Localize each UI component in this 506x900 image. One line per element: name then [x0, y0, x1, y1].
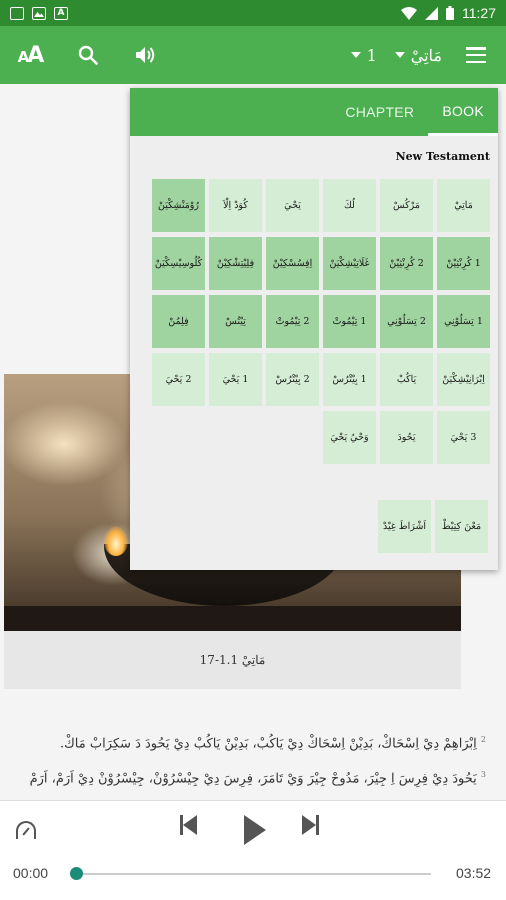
verse-text: 2 اِبْرَاهِمْ دِيْ اِسْحَاكْ، بَدِيْنْ ا… [20, 724, 486, 800]
chevron-down-icon [350, 52, 361, 58]
book-selector[interactable]: مَاتِيْ [394, 45, 442, 65]
wifi-icon [401, 6, 417, 20]
book-cell[interactable]: كُوَدْ اِلْاَ [209, 179, 262, 232]
book-cell[interactable]: 1 تِسَلُوْنِي [437, 295, 490, 348]
gallery-notification-icon [10, 6, 24, 20]
audio-player: 00:00 03:52 [0, 800, 506, 900]
extras-grid: مَعْنَ كِتِيْطْ اَشْرَاطَ غِيْدْ [378, 500, 488, 553]
panel-tabs: CHAPTER BOOK [130, 88, 498, 136]
tab-chapter[interactable]: CHAPTER [331, 88, 428, 136]
seek-handle[interactable] [70, 867, 83, 880]
app-bar: AA 1 مَاتِيْ [0, 26, 506, 84]
book-cell[interactable]: 2 تِيْمُوتْ [266, 295, 319, 348]
playback-speed-icon[interactable] [16, 821, 36, 839]
status-bar: A 11:27 [0, 0, 506, 26]
total-duration: 03:52 [456, 865, 492, 881]
book-cell[interactable]: لُكَ [323, 179, 376, 232]
book-cell[interactable]: غَلَاتِيْشِكْيَنْ [323, 237, 376, 290]
book-grid: مَاتِيْ مَرْكُسْ لُكَ يَحْيَ كُوَدْ اِلْ… [150, 179, 490, 464]
chevron-down-icon [394, 52, 405, 58]
section-heading: New Testament [395, 150, 490, 163]
status-time: 11:27 [462, 5, 496, 21]
book-cell[interactable]: مَاتِيْ [437, 179, 490, 232]
book-cell[interactable]: فِلِيْتِشْكِيْنْ [209, 237, 262, 290]
book-cell[interactable]: تِيْتُسْ [209, 295, 262, 348]
search-icon[interactable] [64, 31, 112, 79]
battery-icon [446, 6, 454, 20]
illustration-caption: مَاتِيْ 1.1-17 [4, 631, 461, 689]
book-selection-panel: CHAPTER BOOK New Testament مَاتِيْ مَرْك… [130, 88, 498, 570]
previous-icon[interactable] [180, 815, 197, 835]
status-right: 11:27 [401, 5, 496, 21]
audio-icon[interactable] [122, 31, 170, 79]
book-cell[interactable]: 2 بِيْتْرُسْ [266, 353, 319, 406]
book-name: مَاتِيْ [410, 45, 442, 65]
book-cell[interactable]: اِبْرَانِيْشِكْيَنْ [437, 353, 490, 406]
book-cell[interactable]: 1 تِيْمُوتْ [323, 295, 376, 348]
book-cell[interactable]: اَشْرَاطَ غِيْدْ [378, 500, 431, 553]
book-cell[interactable]: اِفِسُسْكِيْنْ [266, 237, 319, 290]
book-cell[interactable]: يَحْيَ [266, 179, 319, 232]
next-icon[interactable] [302, 815, 319, 835]
book-cell[interactable]: 1 بِيْتْرُسْ [323, 353, 376, 406]
book-cell[interactable]: مَعْنَ كِتِيْطْ [435, 500, 488, 553]
flame-shape [104, 526, 128, 556]
book-cell[interactable]: يَحُودَ [380, 411, 433, 464]
chapter-selector[interactable]: 1 [350, 45, 377, 65]
seek-track[interactable] [76, 873, 431, 875]
book-cell[interactable]: كُلُوسِيْسِكْيَنْ [152, 237, 205, 290]
text-size-icon[interactable]: AA [6, 31, 54, 79]
book-cell[interactable]: مَرْكُسْ [380, 179, 433, 232]
menu-icon[interactable] [452, 31, 500, 79]
lamp-stand [4, 606, 461, 631]
elapsed-time: 00:00 [13, 865, 49, 881]
app-notification-icon: A [54, 6, 68, 20]
book-cell[interactable]: وَحْيُ يَحْيَ [323, 411, 376, 464]
book-cell[interactable]: 2 كُرِنْثِيْنْ [380, 237, 433, 290]
book-cell[interactable]: 2 تِسَلُوْنِي [380, 295, 433, 348]
book-cell[interactable]: فِلِمُنْ [152, 295, 205, 348]
verse: 2 اِبْرَاهِمْ دِيْ اِسْحَاكْ، بَدِيْنْ ا… [59, 735, 486, 752]
verse: 3 يَحُودَ دِيْ فِرِسَ اِ جِيْرَ، مَدُوحْ… [29, 770, 486, 787]
tab-book[interactable]: BOOK [428, 88, 498, 136]
chapter-number: 1 [366, 45, 377, 65]
signal-icon [425, 6, 438, 20]
book-cell[interactable]: 1 كُرِنْثِيْنْ [437, 237, 490, 290]
play-icon[interactable] [244, 815, 266, 845]
book-cell[interactable]: 1 يَحْيَ [209, 353, 262, 406]
book-cell[interactable]: 3 يَحْيَ [437, 411, 490, 464]
book-cell[interactable]: 2 يَحْيَ [152, 353, 205, 406]
book-cell[interactable]: يَاكُبْ [380, 353, 433, 406]
image-notification-icon [32, 6, 46, 20]
book-cell[interactable]: رُوْمَنْشِكْيَنْ [152, 179, 205, 232]
